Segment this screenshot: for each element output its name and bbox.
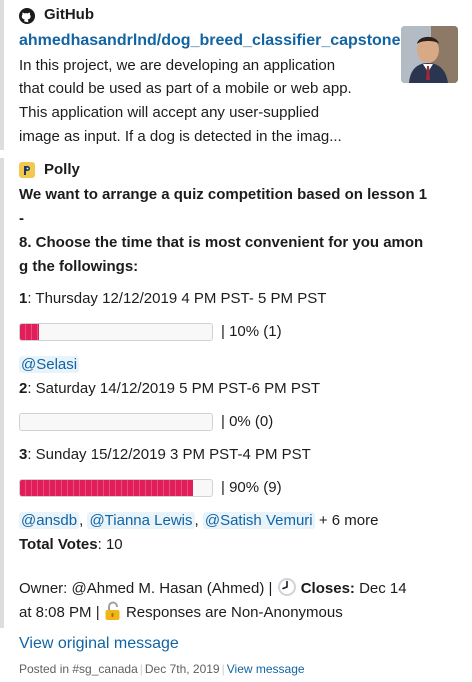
option-text: : Thursday 12/12/2019 4 PM PST- 5 PM PST	[27, 290, 327, 307]
post-date[interactable]: Dec 7th, 2019	[145, 662, 220, 676]
option-3-result-bar	[19, 479, 213, 497]
repo-description-line: image as input. If a dog is detected in …	[19, 128, 342, 145]
option-2-result-text: | 0% (0)	[221, 413, 274, 430]
repo-description-line: This application will accept any user-su…	[19, 104, 320, 121]
user-mention[interactable]: @Selasi	[19, 356, 80, 373]
poll-question-line: g the followings:	[19, 258, 139, 275]
closes-date: Dec 14	[354, 580, 407, 597]
option-1-voters: @Selasi	[19, 355, 80, 375]
message-footer: Posted in #sg_canada | Dec 7th, 2019 | View …	[19, 661, 305, 677]
attachment-service-name: GitHub	[44, 6, 94, 23]
poll-question-line: We want to arrange a quiz competition ba…	[19, 186, 428, 203]
option-3-voters: @ansdb, @Tianna Lewis, @Satish Vemuri + …	[19, 512, 379, 529]
polly-icon	[19, 162, 35, 178]
total-votes-value: : 10	[97, 536, 123, 553]
option-text: : Saturday 14/12/2019 5 PM PST-6 PM PST	[27, 380, 320, 397]
github-icon	[19, 8, 35, 24]
footer-separator: |	[221, 662, 225, 676]
footer-separator: |	[139, 662, 143, 676]
repo-link[interactable]: ahmedhasandrlnd/dog_breed_classifier_cap…	[19, 32, 400, 50]
view-original-message-link[interactable]: View original message	[19, 634, 179, 654]
total-votes: Total Votes: 10	[19, 535, 123, 555]
clock-icon	[277, 578, 296, 596]
option-1-result-text: | 10% (1)	[221, 323, 282, 340]
poll-owner: Owner: @Ahmed M. Hasan (Ahmed) |	[19, 580, 273, 597]
poll-meta-line-1: Owner: @Ahmed M. Hasan (Ahmed) | Closes:…	[19, 577, 407, 599]
repo-description-line: that could be used as part of a mobile o…	[19, 80, 352, 97]
user-mention[interactable]: @Satish Vemuri	[202, 512, 315, 529]
poll-meta-line-2: at 8:08 PM | Responses are Non-Anonymous	[19, 601, 343, 623]
poll-option-3: 3: Sunday 15/12/2019 3 PM PST-4 PM PST	[19, 445, 311, 465]
option-text: : Sunday 15/12/2019 3 PM PST-4 PM PST	[27, 446, 311, 463]
poll-option-2: 2: Saturday 14/12/2019 5 PM PST-6 PM PST	[19, 379, 320, 399]
option-1-result-fill	[20, 324, 40, 340]
closes-time: at 8:08 PM |	[19, 604, 100, 621]
option-3-result-fill	[20, 480, 193, 496]
more-voters: + 6 more	[318, 512, 379, 529]
attachment-border	[0, 0, 4, 150]
total-votes-label: Total Votes	[19, 536, 98, 553]
anonymity-status: Responses are Non-Anonymous	[125, 604, 343, 621]
option-1-result-bar	[19, 323, 213, 341]
view-message-link[interactable]: View message	[227, 662, 305, 676]
option-3-result-text: | 90% (9)	[221, 479, 282, 496]
posted-in-channel[interactable]: Posted in #sg_canada	[19, 662, 138, 676]
polly-app-name: Polly	[44, 161, 80, 178]
poll-question-line: -	[19, 210, 24, 227]
repo-owner-avatar[interactable]	[401, 26, 458, 83]
user-mention[interactable]: @ansdb	[19, 512, 80, 529]
repo-description-line: In this project, we are developing an ap…	[19, 57, 336, 74]
poll-option-1: 1: Thursday 12/12/2019 4 PM PST- 5 PM PS…	[19, 289, 326, 309]
option-2-result-bar	[19, 413, 213, 431]
avatar-photo	[401, 26, 458, 83]
user-mention[interactable]: @Tianna Lewis	[87, 512, 195, 529]
unlocked-lock-icon	[105, 601, 120, 620]
polly-message-border	[0, 158, 4, 628]
closes-label: Closes:	[300, 580, 355, 597]
poll-question-line: 8. Choose the time that is most convenie…	[19, 234, 424, 251]
